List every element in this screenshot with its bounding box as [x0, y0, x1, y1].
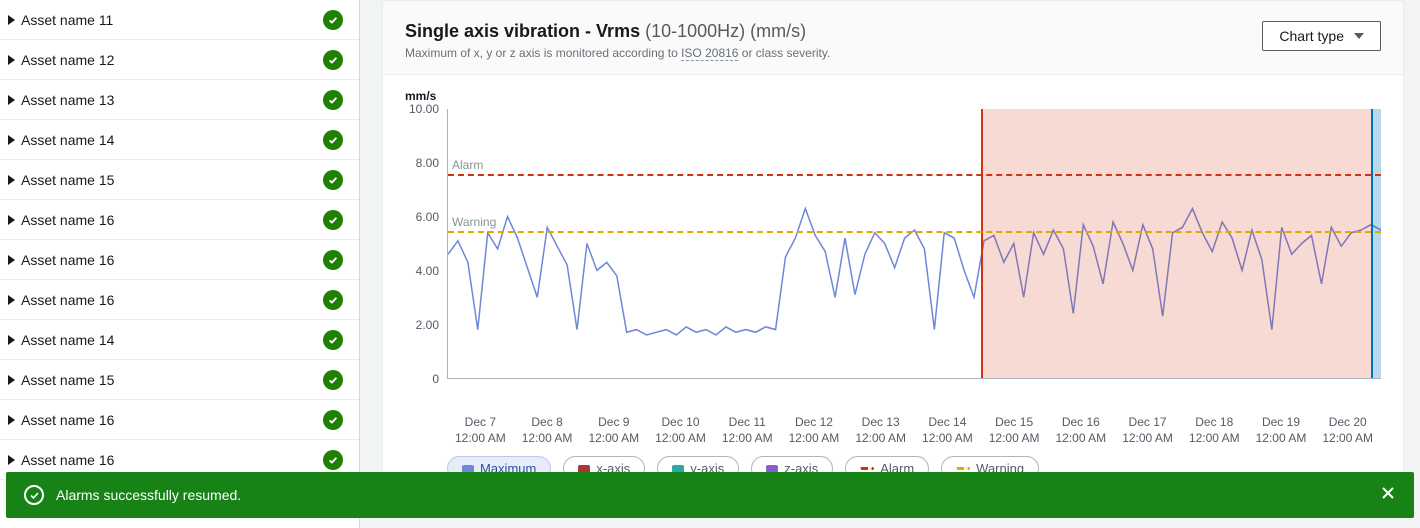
caret-right-icon	[8, 15, 15, 25]
y-tick: 8.00	[416, 156, 439, 170]
x-tick: Dec 912:00 AM	[580, 415, 647, 446]
asset-label: Asset name 16	[21, 292, 114, 308]
check-circle-icon	[323, 50, 343, 70]
caret-right-icon	[8, 55, 15, 65]
asset-row[interactable]: Asset name 15	[0, 160, 359, 200]
x-axis: Dec 712:00 AMDec 812:00 AMDec 912:00 AMD…	[447, 409, 1381, 446]
caret-right-icon	[8, 455, 15, 465]
asset-row[interactable]: Asset name 16	[0, 200, 359, 240]
asset-row[interactable]: Asset name 16	[0, 280, 359, 320]
asset-row[interactable]: Asset name 14	[0, 120, 359, 160]
asset-label: Asset name 16	[21, 212, 114, 228]
x-tick: Dec 812:00 AM	[514, 415, 581, 446]
y-axis-unit: mm/s	[405, 89, 1381, 103]
y-tick: 4.00	[416, 264, 439, 278]
asset-label: Asset name 14	[21, 132, 114, 148]
toast-message: Alarms successfully resumed.	[56, 487, 241, 503]
asset-row[interactable]: Asset name 13	[0, 80, 359, 120]
close-icon[interactable]	[1380, 485, 1396, 505]
x-tick: Dec 1112:00 AM	[714, 415, 781, 446]
asset-label: Asset name 15	[21, 172, 114, 188]
chart-panel: Single axis vibration - Vrms (10-1000Hz)…	[360, 0, 1420, 528]
chart-title-bold: Single axis vibration - Vrms	[405, 21, 640, 41]
x-tick: Dec 1912:00 AM	[1248, 415, 1315, 446]
caret-right-icon	[8, 135, 15, 145]
current-time-band	[1371, 109, 1381, 378]
asset-sidebar: Asset name 11 Asset name 12 Asset name 13 A…	[0, 0, 360, 528]
check-circle-icon	[323, 330, 343, 350]
check-circle-icon	[323, 170, 343, 190]
asset-row[interactable]: Asset name 16	[0, 240, 359, 280]
asset-label: Asset name 14	[21, 332, 114, 348]
caret-right-icon	[8, 295, 15, 305]
chart-subtitle-post: or class severity.	[738, 46, 830, 60]
legend-swatch	[956, 467, 970, 470]
caret-right-icon	[8, 215, 15, 225]
caret-right-icon	[8, 375, 15, 385]
caret-right-icon	[8, 415, 15, 425]
y-axis: 02.004.006.008.0010.00	[405, 109, 447, 409]
x-tick: Dec 1712:00 AM	[1114, 415, 1181, 446]
chart-subtitle-iso: ISO 20816	[681, 46, 738, 61]
check-circle-icon	[323, 450, 343, 470]
y-tick: 0	[432, 372, 439, 386]
y-tick: 2.00	[416, 318, 439, 332]
x-tick: Dec 1812:00 AM	[1181, 415, 1248, 446]
x-tick: Dec 1212:00 AM	[781, 415, 848, 446]
caret-right-icon	[8, 175, 15, 185]
chart-type-button[interactable]: Chart type	[1262, 21, 1381, 51]
warning-threshold-label: Warning	[452, 215, 496, 229]
alarm-threshold-line: Alarm	[448, 174, 1381, 176]
alarm-band	[981, 109, 1371, 378]
caret-right-icon	[8, 335, 15, 345]
check-circle-icon	[24, 485, 44, 505]
asset-row[interactable]: Asset name 15	[0, 360, 359, 400]
legend-swatch	[860, 467, 874, 470]
check-circle-icon	[323, 410, 343, 430]
asset-row[interactable]: Asset name 16	[0, 400, 359, 440]
plot-area[interactable]: Alarm Warning	[447, 109, 1381, 379]
x-tick: Dec 1612:00 AM	[1047, 415, 1114, 446]
warning-threshold-line: Warning	[448, 231, 1381, 233]
check-circle-icon	[323, 10, 343, 30]
asset-label: Asset name 16	[21, 452, 114, 468]
asset-label: Asset name 12	[21, 52, 114, 68]
asset-label: Asset name 11	[21, 12, 113, 28]
asset-label: Asset name 15	[21, 372, 114, 388]
check-circle-icon	[323, 250, 343, 270]
asset-row[interactable]: Asset name 14	[0, 320, 359, 360]
chevron-down-icon	[1354, 33, 1364, 39]
asset-row[interactable]: Asset name 11	[0, 0, 359, 40]
asset-label: Asset name 16	[21, 252, 114, 268]
asset-label: Asset name 13	[21, 92, 114, 108]
caret-right-icon	[8, 255, 15, 265]
check-circle-icon	[323, 90, 343, 110]
chart-title-light: (10-1000Hz) (mm/s)	[645, 21, 806, 41]
asset-row[interactable]: Asset name 12	[0, 40, 359, 80]
alarm-threshold-label: Alarm	[452, 158, 483, 172]
x-tick: Dec 1012:00 AM	[647, 415, 714, 446]
y-tick: 10.00	[409, 102, 439, 116]
x-tick: Dec 712:00 AM	[447, 415, 514, 446]
chart-title: Single axis vibration - Vrms (10-1000Hz)…	[405, 21, 830, 42]
asset-label: Asset name 16	[21, 412, 114, 428]
caret-right-icon	[8, 95, 15, 105]
success-toast: Alarms successfully resumed.	[6, 472, 1414, 518]
chart-subtitle-pre: Maximum of x, y or z axis is monitored a…	[405, 46, 681, 60]
chart-header: Single axis vibration - Vrms (10-1000Hz)…	[383, 1, 1403, 75]
chart-subtitle: Maximum of x, y or z axis is monitored a…	[405, 46, 830, 60]
x-tick: Dec 1312:00 AM	[847, 415, 914, 446]
check-circle-icon	[323, 290, 343, 310]
x-tick: Dec 1512:00 AM	[981, 415, 1048, 446]
y-tick: 6.00	[416, 210, 439, 224]
check-circle-icon	[323, 210, 343, 230]
x-tick: Dec 1412:00 AM	[914, 415, 981, 446]
x-tick: Dec 2012:00 AM	[1314, 415, 1381, 446]
chart-type-label: Chart type	[1279, 28, 1344, 44]
check-circle-icon	[323, 370, 343, 390]
check-circle-icon	[323, 130, 343, 150]
